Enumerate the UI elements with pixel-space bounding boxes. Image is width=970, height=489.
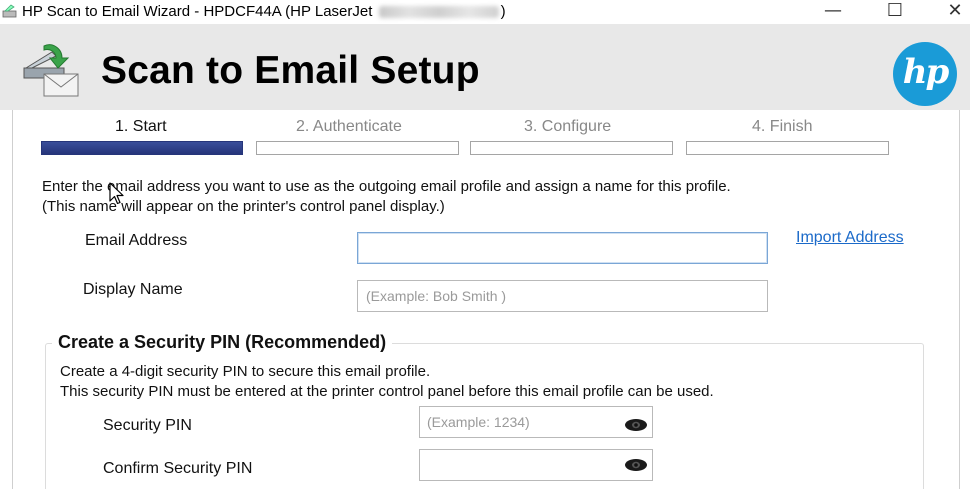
intro-text: Enter the email address you want to use …	[42, 177, 731, 217]
confirm-security-pin-input[interactable]	[419, 449, 653, 481]
window-title: HP Scan to Email Wizard - HPDCF44A (HP L…	[22, 3, 506, 20]
minimize-button[interactable]: —	[810, 0, 856, 24]
step-label-start: 1. Start	[115, 118, 167, 135]
import-address-link[interactable]: Import Address	[796, 229, 904, 247]
page-title: Scan to Email Setup	[101, 49, 480, 92]
title-bar: HP Scan to Email Wizard - HPDCF44A (HP L…	[0, 0, 970, 24]
display-name-input[interactable]	[357, 280, 768, 312]
security-pin-label: Security PIN	[103, 417, 192, 434]
scanner-app-icon	[2, 4, 17, 18]
progress-bar-configure	[470, 141, 673, 155]
security-pin-description: Create a 4-digit security PIN to secure …	[60, 362, 714, 402]
confirm-security-pin-label: Confirm Security PIN	[103, 460, 253, 477]
maximize-button[interactable]: ☐	[872, 0, 918, 24]
hp-logo-text: hp	[902, 52, 950, 92]
wizard-header: Scan to Email Setup hp	[0, 24, 970, 110]
step-label-authenticate: 2. Authenticate	[296, 118, 402, 135]
show-pin-eye-icon[interactable]	[624, 418, 648, 432]
security-pin-title: Create a Security PIN (Recommended)	[52, 332, 393, 353]
window-title-suffix: )	[500, 3, 506, 20]
progress-bar-finish	[686, 141, 889, 155]
hp-logo: hp	[893, 42, 957, 106]
redacted-model-name	[378, 6, 499, 19]
mouse-cursor-icon	[109, 182, 124, 205]
scan-to-email-icon	[23, 44, 79, 97]
email-address-label: Email Address	[85, 232, 188, 249]
intro-line-1: Enter the email address you want to use …	[42, 178, 731, 195]
window-title-prefix: HP Scan to Email Wizard - HPDCF44A (HP L…	[22, 3, 373, 20]
progress-bar-authenticate	[256, 141, 459, 155]
email-address-input[interactable]	[357, 232, 768, 264]
step-label-configure: 3. Configure	[524, 118, 612, 135]
security-pin-input[interactable]	[419, 406, 653, 438]
show-confirm-pin-eye-icon[interactable]	[624, 458, 648, 472]
intro-line-2: (This name will appear on the printer's …	[42, 198, 445, 215]
security-line-1: Create a 4-digit security PIN to secure …	[60, 363, 431, 380]
display-name-label: Display Name	[83, 281, 183, 298]
security-line-2: This security PIN must be entered at the…	[60, 383, 714, 400]
progress-bar-start	[41, 141, 243, 155]
close-button[interactable]: ✕	[932, 0, 970, 24]
step-label-finish: 4. Finish	[752, 118, 813, 135]
